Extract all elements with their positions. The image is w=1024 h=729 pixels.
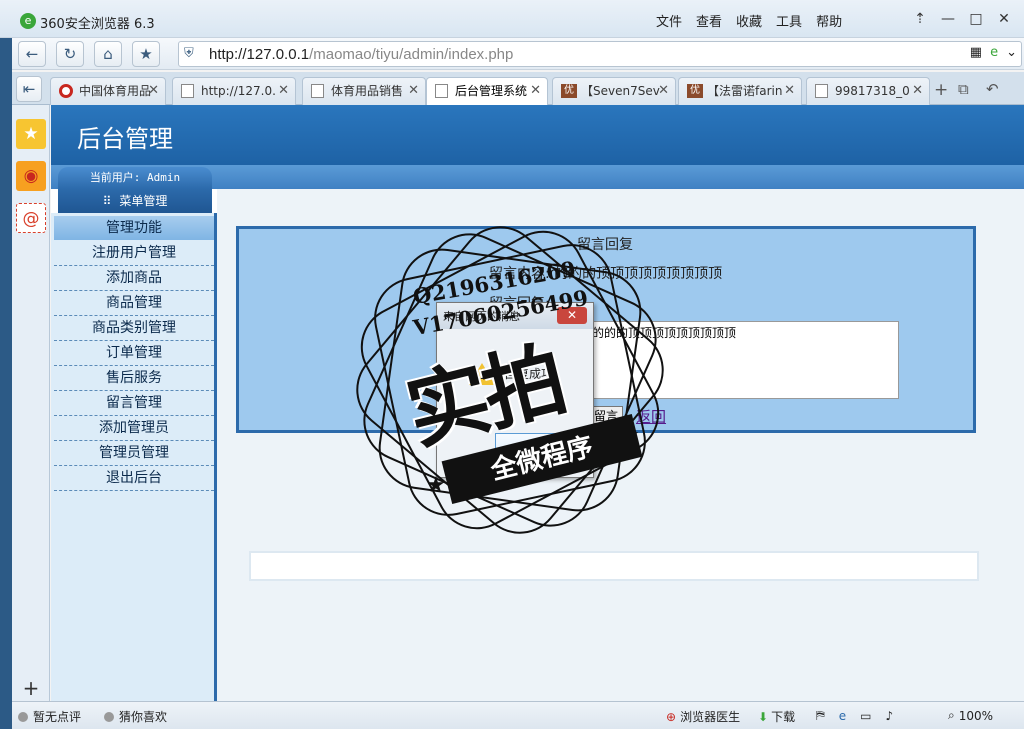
favorites-star-icon[interactable]: ★ [16, 119, 46, 149]
tab-2[interactable]: http://127.0. ✕ [172, 77, 296, 105]
close-window-icon[interactable]: ✕ [990, 8, 1018, 30]
browser-logo-icon: e [20, 13, 36, 29]
page-icon [311, 84, 324, 98]
volume-icon[interactable]: ♪ [885, 709, 893, 723]
brand-logo-icon: 优 [687, 84, 703, 98]
status-bar: 暂无点评 猜你喜欢 ⊕ 浏览器医生 ⬇ 下载 ⛿ e ▭ ♪ ⌕ 100% [12, 701, 1024, 729]
tab-close-icon[interactable]: ✕ [530, 78, 541, 104]
browser-menu: 文件 查看 收藏 工具 帮助 [656, 11, 856, 30]
favorite-star-icon[interactable]: ★ [132, 41, 160, 67]
tab-7[interactable]: 99817318_0 ✕ [806, 77, 930, 105]
tab-close-icon[interactable]: ✕ [658, 78, 669, 104]
pin-icon[interactable]: ⇡ [906, 8, 934, 30]
reply-form: 留言回复 留言内容: 的的的顶顶顶顶顶顶顶顶顶 留言回复: 的的的顶顶顶顶顶顶顶… [236, 226, 976, 433]
sidebar-toggle-icon[interactable]: ⇤ [16, 76, 42, 102]
menu-help[interactable]: 帮助 [816, 11, 842, 30]
menu-item-add-admin[interactable]: 添加管理员 [54, 416, 214, 441]
status-icons: ⛿ e ▭ ♪ [816, 708, 907, 723]
tab-admin-active[interactable]: 后台管理系统 ✕ [426, 77, 548, 106]
rating-status[interactable]: 暂无点评 [18, 708, 81, 725]
menu-tools[interactable]: 工具 [776, 11, 802, 30]
weibo-icon[interactable]: ◉ [16, 161, 46, 191]
tab-close-icon[interactable]: ✕ [148, 78, 159, 104]
desktop-edge [0, 38, 12, 729]
proxy-icon[interactable]: ⛿ [816, 708, 825, 723]
admin-header: 后台管理 [51, 105, 1024, 165]
refresh-icon[interactable]: ↻ [56, 41, 84, 67]
menu-file[interactable]: 文件 [656, 11, 682, 30]
doctor-icon: ⊕ [666, 709, 677, 724]
menu-management-title[interactable]: ⠿ 菜单管理 [58, 189, 212, 213]
browser-sidebar: ★ ◉ @ + [12, 105, 50, 701]
back-link[interactable]: 返回 [636, 406, 666, 427]
page-icon [815, 84, 828, 98]
menu-item-categories[interactable]: 商品类别管理 [54, 316, 214, 341]
tab-6[interactable]: 优【法雷诺farin ✕ [678, 77, 802, 105]
menu-list: 注册用户管理 添加商品 商品管理 商品类别管理 订单管理 售后服务 留言管理 添… [54, 241, 214, 491]
menu-section-title: 管理功能 [54, 216, 214, 240]
back-arrow-icon[interactable]: ← [18, 41, 46, 67]
tab-5[interactable]: 优【Seven7Sev ✕ [552, 77, 676, 105]
guess-icon [104, 711, 114, 722]
undo-close-icon[interactable]: ↶ [986, 80, 999, 98]
tab-1[interactable]: 中国体育用品 ✕ [50, 77, 166, 105]
add-sidebar-icon[interactable]: + [16, 673, 46, 703]
new-tab-icon[interactable]: + [934, 80, 948, 100]
menu-item-aftersales[interactable]: 售后服务 [54, 366, 214, 391]
menu-item-admins[interactable]: 管理员管理 [54, 441, 214, 466]
left-menu: 管理功能 注册用户管理 添加商品 商品管理 商品类别管理 订单管理 售后服务 留… [51, 213, 217, 701]
site-favicon-icon [59, 84, 73, 98]
menu-item-orders[interactable]: 订单管理 [54, 341, 214, 366]
guess-you-like[interactable]: 猜你喜欢 [104, 708, 167, 725]
window-title: 360安全浏览器 6.3 [40, 17, 155, 32]
download-arrow-icon: ⬇ [758, 709, 769, 724]
minimize-icon[interactable]: — [934, 8, 962, 30]
menu-item-messages[interactable]: 留言管理 [54, 391, 214, 416]
menu-item-logout[interactable]: 退出后台 [54, 466, 214, 491]
tab-close-icon[interactable]: ✕ [408, 78, 419, 104]
tab-close-icon[interactable]: ✕ [278, 78, 289, 104]
grid-icon: ⠿ [102, 194, 112, 208]
brand-logo-icon: 优 [561, 84, 577, 98]
menu-view[interactable]: 查看 [696, 11, 722, 30]
zoom-magnifier-icon: ⌕ [948, 708, 955, 722]
zoom-control[interactable]: ⌕ 100% [948, 708, 993, 723]
qr-code-icon[interactable]: ▦ [970, 45, 982, 60]
page-icon [435, 84, 448, 98]
browser-doctor[interactable]: ⊕ 浏览器医生 [666, 708, 740, 725]
home-icon[interactable]: ⌂ [94, 41, 122, 67]
window-controls: ⇡ — □ ✕ [906, 8, 1018, 30]
tab-bar: ⇤ 中国体育用品 ✕ http://127.0. ✕ 体育用品销售 ✕ 后台管理系统 ✕… [12, 72, 1024, 106]
current-user: 当前用户: Admin [58, 167, 212, 189]
navigation-bar: ← ↻ ⌂ ★ ⛨ http://127.0.0.1/maomao/tiyu/a… [12, 38, 1024, 70]
browser-title-bar: e 360安全浏览器 6.3 文件 查看 收藏 工具 帮助 ⇡ — □ ✕ [0, 0, 1024, 38]
menu-item-products[interactable]: 商品管理 [54, 291, 214, 316]
download-status[interactable]: ⬇ 下载 [758, 708, 795, 725]
tab-3[interactable]: 体育用品销售 ✕ [302, 77, 426, 105]
url-text[interactable]: http://127.0.0.1/maomao/tiyu/admin/index… [209, 46, 513, 63]
empty-panel [249, 551, 979, 581]
ie-mode-icon[interactable]: e [990, 45, 998, 60]
mail-at-icon[interactable]: @ [16, 203, 46, 233]
page-icon [181, 84, 194, 98]
page-title: 后台管理 [77, 125, 173, 153]
maximize-icon[interactable]: □ [962, 8, 990, 30]
reply-title: 留言回复 [577, 237, 633, 253]
menu-favorites[interactable]: 收藏 [736, 11, 762, 30]
dropdown-chevron-icon[interactable]: ⌄ [1006, 45, 1017, 60]
menu-item-add-product[interactable]: 添加商品 [54, 266, 214, 291]
ie-icon[interactable]: e [839, 709, 846, 723]
tab-close-icon[interactable]: ✕ [912, 78, 923, 104]
address-bar[interactable]: ⛨ http://127.0.0.1/maomao/tiyu/admin/ind… [178, 41, 1022, 67]
security-shield-icon[interactable]: ⛨ [184, 46, 194, 61]
menu-head: 当前用户: Admin ⠿ 菜单管理 [58, 165, 214, 213]
rating-icon [18, 711, 28, 722]
reply-textarea[interactable]: 的的的顶顶顶顶顶顶顶顶顶 [589, 321, 899, 399]
restore-tabs-icon[interactable]: ⧉ [958, 80, 969, 98]
menu-item-users[interactable]: 注册用户管理 [54, 241, 214, 266]
tab-close-icon[interactable]: ✕ [784, 78, 795, 104]
screen-icon[interactable]: ▭ [860, 709, 871, 723]
